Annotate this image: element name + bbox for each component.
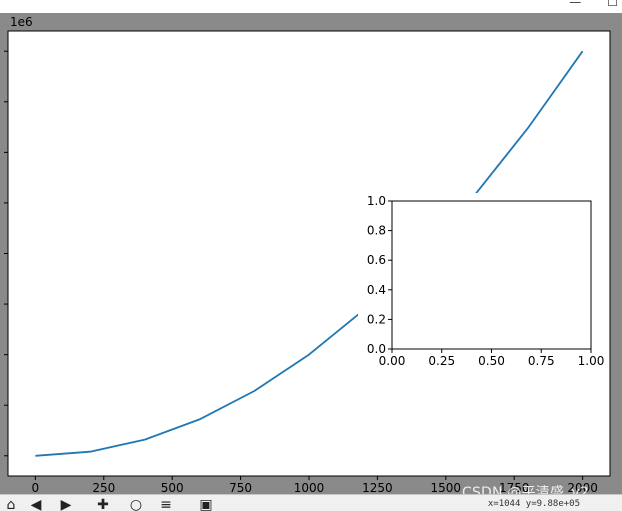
y-offset-text: 1e6 [10, 15, 33, 29]
inset-x-tick-label: 0.50 [478, 354, 505, 368]
pan-icon[interactable]: ✚ [92, 496, 114, 511]
chart-figure: 0 250 500 750 1000 1250 1500 1750 20001e6 0.00 0.… [4, 15, 611, 494]
inset-x-tick-label: 0.00 [379, 354, 406, 368]
x-tick-label: 500 [161, 481, 184, 494]
inset-axes: 0.00 0.25 0.50 0.75 1.00 0.0 0.2 0.4 0.6 0.8 1.0 [358, 193, 604, 371]
x-tick-label: 0 [32, 481, 40, 494]
x-tick-label: 250 [92, 481, 115, 494]
configure-subplots-icon[interactable]: ≡ [155, 496, 177, 511]
save-icon[interactable]: ▣ [195, 496, 217, 511]
inset-y-tick-label: 0.8 [367, 224, 386, 238]
coordinate-readout: x=1044 y=9.88e+05 [487, 499, 580, 509]
zoom-icon[interactable]: ○ [125, 496, 147, 511]
x-tick-label: 1500 [431, 481, 462, 494]
inset-y-tick-label: 1.0 [367, 194, 386, 208]
x-tick-label: 1250 [362, 481, 393, 494]
forward-icon[interactable]: ▶ [55, 496, 77, 511]
inset-x-tick-label: 0.25 [428, 354, 455, 368]
back-icon[interactable]: ◀ [25, 496, 47, 511]
inset-y-tick-label: 0.0 [367, 342, 386, 356]
x-tick-label: 750 [229, 481, 252, 494]
navigation-toolbar: ⌂ ◀ ▶ ✚ ○ ≡ ▣ x=1044 y=9.88e+05 [0, 494, 622, 511]
inset-y-tick-label: 0.4 [367, 283, 386, 297]
inset-y-tick-label: 0.6 [367, 253, 386, 267]
inset-y-tick-label: 0.2 [367, 312, 386, 326]
home-icon[interactable]: ⌂ [0, 496, 22, 511]
inset-plot-area [391, 200, 592, 350]
x-tick-label: 1000 [294, 481, 325, 494]
inset-x-tick-label: 0.75 [528, 354, 555, 368]
inset-x-tick-label: 1.00 [578, 354, 605, 368]
